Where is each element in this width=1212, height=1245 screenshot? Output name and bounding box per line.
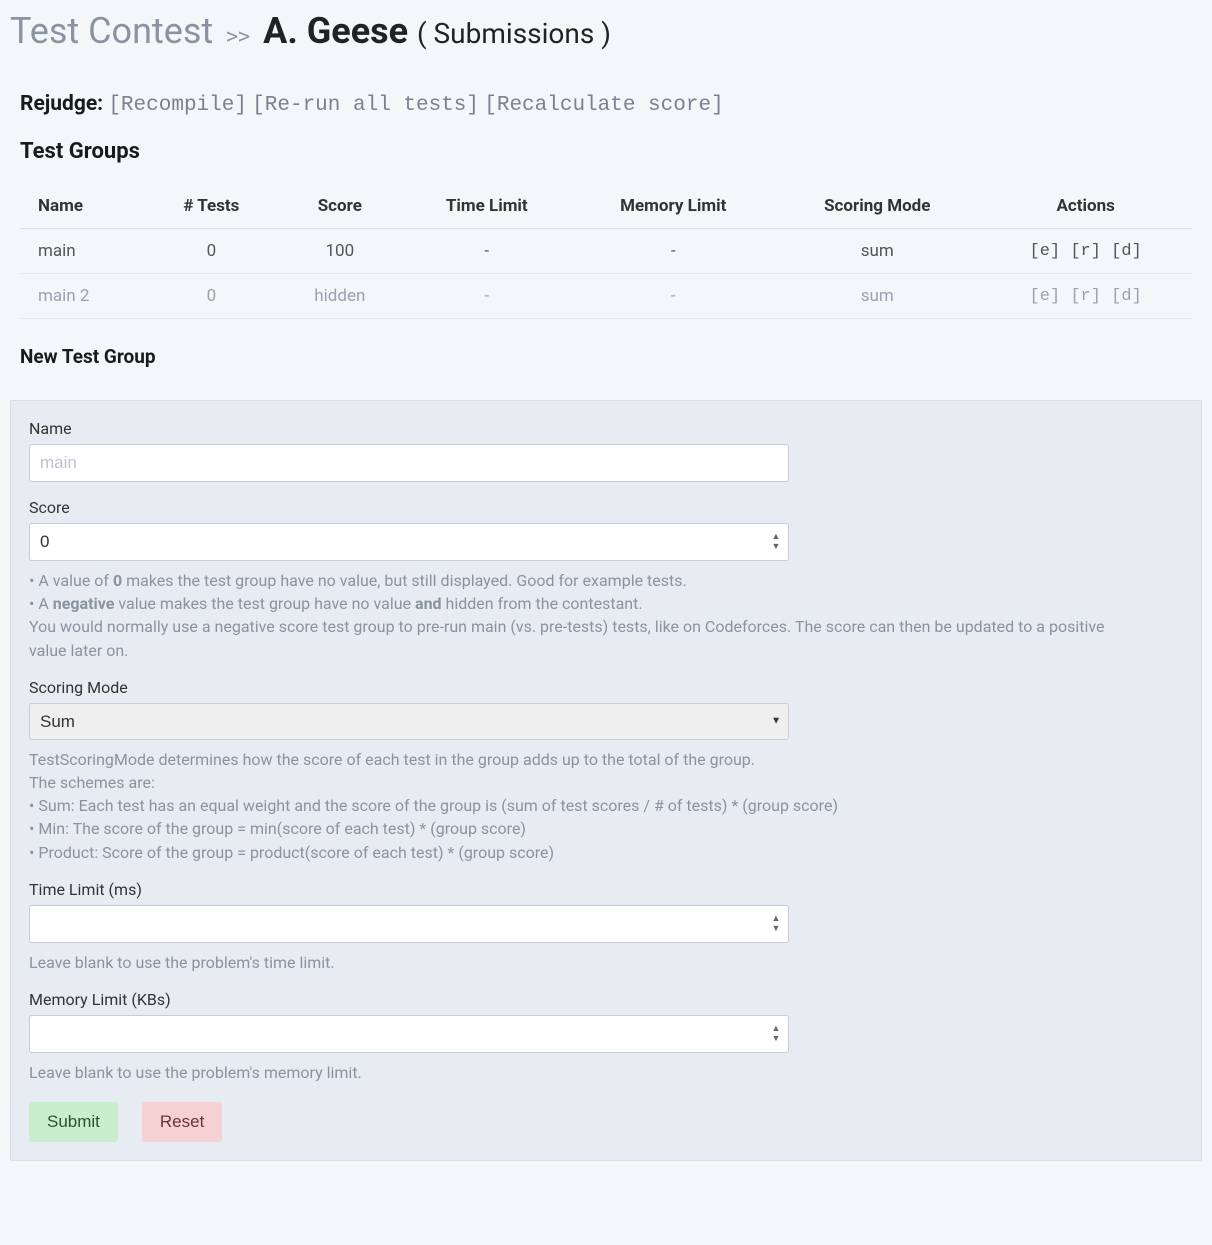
- cell-name: main 2: [20, 274, 145, 319]
- cell-scoring: sum: [775, 274, 979, 319]
- reorder-action[interactable]: [r]: [1070, 287, 1101, 306]
- number-spinner[interactable]: ▲▼: [769, 531, 783, 553]
- rejudge-line: Rejudge: [Recompile] [Re-run all tests] …: [20, 92, 1192, 117]
- recompile-link[interactable]: [Recompile]: [108, 94, 247, 117]
- new-test-group-heading: New Test Group: [20, 345, 1192, 368]
- cell-actions: [e] [r] [d]: [979, 274, 1192, 319]
- cell-tests: 0: [145, 274, 277, 319]
- cell-score: hidden: [277, 274, 402, 319]
- delete-action[interactable]: [d]: [1111, 242, 1142, 261]
- rejudge-label: Rejudge:: [20, 92, 103, 116]
- spinner-down-icon[interactable]: ▼: [772, 924, 781, 934]
- cell-tests: 0: [145, 229, 277, 274]
- score-help: A value of 0 makes the test group have n…: [29, 569, 1129, 662]
- recalculate-score-link[interactable]: [Recalculate score]: [484, 94, 723, 117]
- submit-button[interactable]: Submit: [29, 1102, 118, 1142]
- breadcrumb-separator: >>: [226, 24, 250, 48]
- cell-scoring: sum: [775, 229, 979, 274]
- memory-limit-input[interactable]: [29, 1015, 789, 1053]
- number-spinner[interactable]: ▲▼: [769, 913, 783, 935]
- th-time: Time Limit: [402, 184, 571, 229]
- table-row: main 0 100 - - sum [e] [r] [d]: [20, 229, 1192, 274]
- th-score: Score: [277, 184, 402, 229]
- reorder-action[interactable]: [r]: [1070, 242, 1101, 261]
- th-actions: Actions: [979, 184, 1192, 229]
- breadcrumb-problem: A. Geese: [263, 10, 408, 52]
- cell-score: 100: [277, 229, 402, 274]
- scoring-mode-select[interactable]: Sum: [29, 703, 789, 740]
- scoring-mode-label: Scoring Mode: [29, 678, 1183, 697]
- name-label: Name: [29, 419, 1183, 438]
- th-memory: Memory Limit: [571, 184, 775, 229]
- name-input[interactable]: [29, 444, 789, 482]
- th-tests: # Tests: [145, 184, 277, 229]
- new-test-group-form: Name Score ▲▼ A value of 0 makes the tes…: [10, 400, 1202, 1161]
- memory-limit-help: Leave blank to use the problem's memory …: [29, 1061, 1129, 1084]
- time-limit-help: Leave blank to use the problem's time li…: [29, 951, 1129, 974]
- edit-action[interactable]: [e]: [1030, 242, 1061, 261]
- cell-memory: -: [571, 229, 775, 274]
- table-row: main 2 0 hidden - - sum [e] [r] [d]: [20, 274, 1192, 319]
- edit-action[interactable]: [e]: [1030, 287, 1061, 306]
- test-groups-table: Name # Tests Score Time Limit Memory Lim…: [20, 184, 1192, 319]
- memory-limit-label: Memory Limit (KBs): [29, 990, 1183, 1009]
- test-groups-heading: Test Groups: [20, 139, 1192, 164]
- score-label: Score: [29, 498, 1183, 517]
- spinner-down-icon[interactable]: ▼: [772, 542, 781, 552]
- time-limit-label: Time Limit (ms): [29, 880, 1183, 899]
- delete-action[interactable]: [d]: [1111, 287, 1142, 306]
- number-spinner[interactable]: ▲▼: [769, 1023, 783, 1045]
- spinner-down-icon[interactable]: ▼: [772, 1034, 781, 1044]
- rerun-tests-link[interactable]: [Re-run all tests]: [252, 94, 479, 117]
- cell-time: -: [402, 274, 571, 319]
- spinner-up-icon[interactable]: ▲: [772, 914, 781, 924]
- cell-name: main: [20, 229, 145, 274]
- breadcrumb: Test Contest >> A. Geese ( Submissions ): [10, 10, 1202, 52]
- breadcrumb-suffix: ( Submissions ): [417, 17, 611, 50]
- cell-memory: -: [571, 274, 775, 319]
- spinner-up-icon[interactable]: ▲: [772, 532, 781, 542]
- time-limit-input[interactable]: [29, 905, 789, 943]
- score-input[interactable]: [29, 523, 789, 561]
- breadcrumb-contest-link[interactable]: Test Contest: [10, 10, 213, 52]
- scoring-mode-help: TestScoringMode determines how the score…: [29, 748, 1129, 864]
- th-name: Name: [20, 184, 145, 229]
- spinner-up-icon[interactable]: ▲: [772, 1024, 781, 1034]
- reset-button[interactable]: Reset: [142, 1102, 222, 1142]
- th-scoring: Scoring Mode: [775, 184, 979, 229]
- cell-actions: [e] [r] [d]: [979, 229, 1192, 274]
- cell-time: -: [402, 229, 571, 274]
